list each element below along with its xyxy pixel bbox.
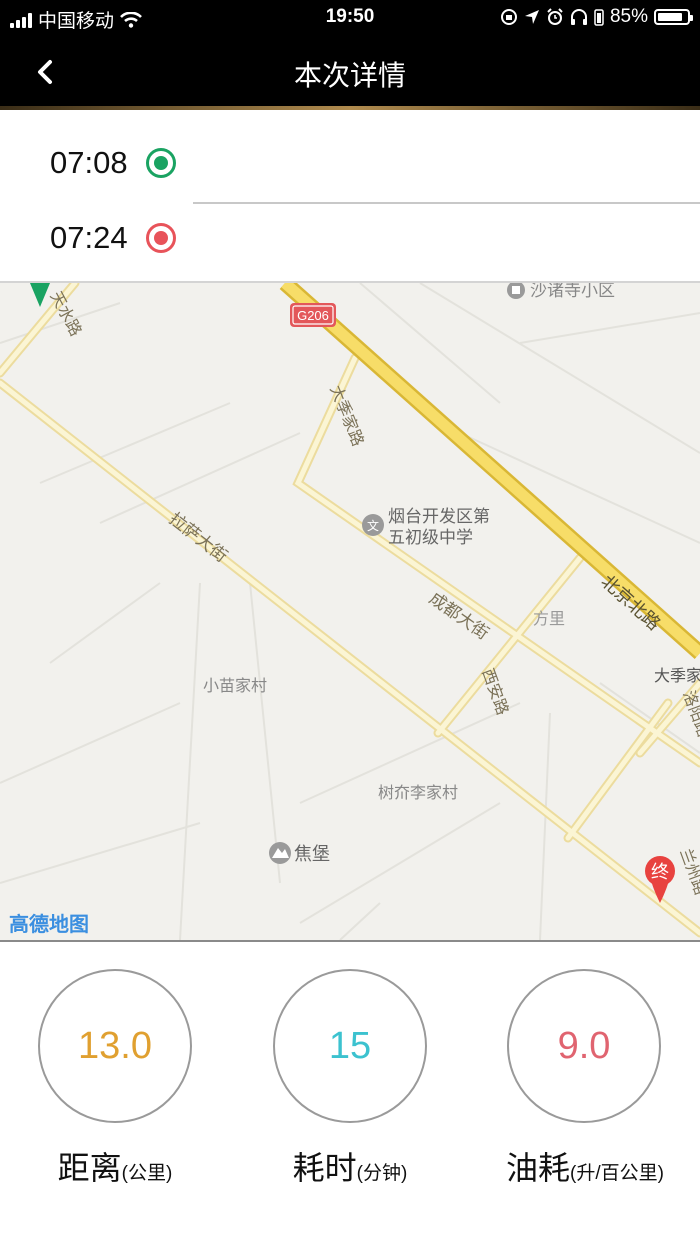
map-label-school-line1: 烟台开发区第 (388, 507, 490, 527)
map-label-school-line2: 五初级中学 (388, 528, 473, 548)
poi-mountain-icon (269, 842, 291, 864)
trip-stats: 13.0 距离(公里) 15 耗时(分钟) 9.0 油耗(升/百公里) (0, 942, 700, 1244)
duration-unit: (分钟) (356, 1163, 408, 1184)
distance-stat: 13.0 距离(公里) (37, 969, 193, 1189)
poi-building-icon (507, 283, 525, 299)
map-label-shuzhu: 沙诸寺小区 (530, 283, 615, 301)
map-label-luoyang: 洛阳路 (679, 688, 700, 740)
start-marker-icon (30, 283, 50, 307)
amap-logo: 高德地图 (9, 912, 89, 936)
map-label-other-road: 兰州路 (676, 846, 700, 898)
g206-shield: G206 (290, 303, 336, 327)
alarm-icon (547, 8, 563, 25)
location-icon (524, 10, 539, 24)
map-label-shujie: 树夼李家村 (378, 783, 458, 802)
duration-stat: 15 耗时(分钟) (272, 969, 428, 1189)
page-title: 本次详情 (293, 60, 406, 91)
nav-bar: 本次详情 (0, 36, 700, 108)
start-row: 07:08 (50, 145, 176, 181)
end-time: 07:24 (50, 220, 128, 255)
battery-icon (654, 9, 693, 25)
end-marker-label: 终 (651, 862, 669, 883)
status-bar: 中国移动 19:50 85% (0, 0, 700, 36)
duration-circle: 15 (273, 969, 427, 1123)
poi-school-glyph: 文 (367, 518, 379, 533)
fuel-label: 油耗 (506, 1150, 571, 1186)
battery-percent: 85% (609, 6, 648, 27)
fuel-unit: (升/百公里) (570, 1163, 664, 1184)
start-point-icon (146, 148, 176, 178)
distance-value: 13.0 (78, 1024, 152, 1067)
distance-label: 距离 (57, 1150, 122, 1186)
fuel-stat: 9.0 油耗(升/百公里) (506, 969, 664, 1189)
map-label-jiaobao: 焦堡 (294, 844, 330, 865)
map-canvas[interactable]: G206 沙诸寺小区 大季家路 烟台开发区第 五初级中学 北京北路 拉萨大街 成… (0, 283, 700, 940)
row-divider (193, 202, 700, 204)
fuel-circle: 9.0 (507, 969, 661, 1123)
trip-times-panel: 07:08 07:24 (0, 110, 700, 282)
g206-label: G206 (297, 308, 329, 323)
map-label-xiaomiao: 小苗家村 (203, 676, 267, 695)
headphones-icon (570, 9, 587, 25)
duration-value: 15 (328, 1024, 372, 1067)
poi-school-icon: 文 (362, 514, 384, 536)
route-map[interactable]: G206 沙诸寺小区 大季家路 烟台开发区第 五初级中学 北京北路 拉萨大街 成… (0, 283, 700, 940)
distance-unit: (公里) (121, 1163, 173, 1184)
orientation-lock-icon (500, 9, 517, 25)
map-label-dajijia: 大季家 (654, 666, 700, 685)
map-label-fangli: 方里 (533, 609, 565, 628)
duration-label: 耗时 (292, 1150, 357, 1186)
map-label-lhasa: 拉萨大街 (165, 509, 231, 567)
end-point-icon (146, 223, 176, 253)
map-label-xian: 西安路 (478, 666, 512, 718)
start-time: 07:08 (50, 145, 128, 180)
end-row: 07:24 (50, 220, 176, 256)
fuel-value: 9.0 (557, 1024, 611, 1067)
distance-circle: 13.0 (38, 969, 192, 1123)
battery-small-icon (594, 9, 604, 26)
